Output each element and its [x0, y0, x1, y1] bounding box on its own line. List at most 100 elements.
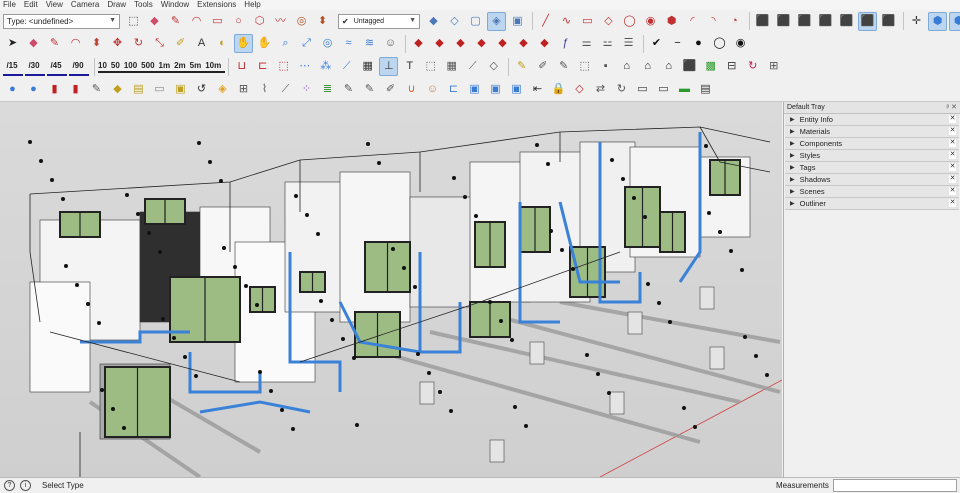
paint-bucket-icon[interactable]: ◐ [213, 34, 232, 53]
hatch-icon[interactable]: ▦ [442, 57, 461, 76]
house-icon[interactable]: ⌂ [617, 57, 636, 76]
pin-icon[interactable]: ᵖ ✕ [947, 103, 957, 111]
tag-icon[interactable]: ◆ [108, 80, 127, 99]
rotate-y-icon[interactable]: ◆ [493, 34, 512, 53]
scale-label[interactable]: 50 [111, 61, 120, 70]
top-view-icon[interactable]: ◇ [445, 12, 464, 31]
rectangle-icon[interactable]: ▭ [208, 12, 227, 31]
tool-swap-icon[interactable]: ⇄ [591, 80, 610, 99]
rect-draw-icon[interactable]: ▭ [578, 12, 597, 31]
eraser3-icon[interactable]: ◇ [484, 57, 503, 76]
tray-panel-styles[interactable]: ▶ Styles ✕ [785, 150, 959, 162]
brush2-icon[interactable]: ✎ [339, 80, 358, 99]
pan-icon[interactable]: ✋ [255, 34, 274, 53]
axes-icon[interactable]: ✛ [907, 12, 926, 31]
info-icon[interactable]: i [20, 480, 31, 491]
scale-label[interactable]: 1m [159, 61, 171, 70]
pages-icon[interactable]: ⊞ [234, 80, 253, 99]
soften-icon[interactable]: ◎ [318, 34, 337, 53]
close-icon[interactable]: ✕ [949, 199, 956, 207]
rotate-z-icon[interactable]: ◆ [514, 34, 533, 53]
sun-shadow2-icon[interactable]: ● [24, 80, 43, 99]
close-icon[interactable]: ✕ [949, 127, 956, 135]
scale-label[interactable]: 10 [98, 61, 107, 70]
user-icon[interactable]: ☺ [381, 34, 400, 53]
back-view-icon[interactable]: ▣ [508, 12, 527, 31]
dimension-angle-0-button[interactable]: /15 [3, 58, 23, 76]
wireframe-icon[interactable]: ⬛ [795, 12, 814, 31]
square-icon[interactable]: ▪ [596, 57, 615, 76]
menu-view[interactable]: View [46, 0, 63, 10]
sketch-icon[interactable]: ✎ [87, 80, 106, 99]
dimension-angle-2-button[interactable]: /45 [47, 58, 67, 76]
xray-icon[interactable]: ⬛ [753, 12, 772, 31]
pencil3-icon[interactable]: ✎ [554, 57, 573, 76]
scale-label[interactable]: 100 [124, 61, 137, 70]
scale-label[interactable]: 5m [190, 61, 202, 70]
zoom-icon[interactable]: ⌕ [276, 34, 295, 53]
tray-panel-materials[interactable]: ▶ Materials ✕ [785, 126, 959, 138]
move-left-icon[interactable]: ⇤ [528, 80, 547, 99]
iso-view-icon[interactable]: ◆ [424, 12, 443, 31]
pushpull-icon[interactable]: ⬍ [313, 12, 332, 31]
backedges-icon[interactable]: ⬛ [774, 12, 793, 31]
column-icon[interactable]: ⊥ [379, 57, 399, 76]
paint-brush-icon[interactable]: ✎ [512, 57, 531, 76]
circle-icon[interactable]: ○ [229, 12, 248, 31]
settings-lines-icon[interactable]: ☰ [619, 34, 638, 53]
arc-icon[interactable]: ◠ [187, 12, 206, 31]
person-icon[interactable]: ☺ [423, 80, 442, 99]
shaded-icon[interactable]: ⬛ [837, 12, 856, 31]
dimension-angle-1-button[interactable]: /30 [25, 58, 45, 76]
zoom-extents-icon[interactable]: ⤢ [297, 34, 316, 53]
tray-panel-entity-info[interactable]: ▶ Entity Info ✕ [785, 114, 959, 126]
tray-panel-scenes[interactable]: ▶ Scenes ✕ [785, 186, 959, 198]
section-cut-icon[interactable]: ⬢ [949, 11, 960, 31]
stairs-icon[interactable]: ⬚ [274, 57, 293, 76]
pipette-icon[interactable]: ✐ [381, 80, 400, 99]
text-label-icon[interactable]: T [400, 57, 419, 76]
comment-icon[interactable]: ◯ [710, 34, 729, 53]
cube-blue3-icon[interactable]: ▣ [507, 80, 526, 99]
right-view-icon[interactable]: ◈ [487, 11, 506, 31]
menu-draw[interactable]: Draw [107, 0, 126, 10]
close-icon[interactable]: ✕ [949, 139, 956, 147]
wall-icon[interactable]: ▦ [358, 57, 377, 76]
align-icon[interactable]: ⊟ [722, 57, 741, 76]
sun-shadow-icon[interactable]: ● [3, 80, 22, 99]
move-y-icon[interactable]: ◆ [430, 34, 449, 53]
dimension-angle-3-button[interactable]: /90 [69, 58, 89, 76]
function-icon[interactable]: ƒ [556, 34, 575, 53]
front-view-icon[interactable]: ▢ [466, 12, 485, 31]
menu-tools[interactable]: Tools [134, 0, 153, 10]
magnet-icon[interactable]: ∪ [402, 80, 421, 99]
u-shape-icon[interactable]: ⊔ [232, 57, 251, 76]
move-z-icon[interactable]: ◆ [451, 34, 470, 53]
eraser2-icon[interactable]: ◆ [24, 34, 43, 53]
pencil-icon[interactable]: ╱ [536, 12, 555, 31]
arc4-icon[interactable]: ◠ [66, 34, 85, 53]
cube-blue2-icon[interactable]: ▣ [486, 80, 505, 99]
monochrome-icon[interactable]: ⬛ [879, 12, 898, 31]
nodes-icon[interactable]: ⁂ [316, 57, 335, 76]
close-icon[interactable]: ✕ [949, 115, 956, 123]
rotated-rect-icon[interactable]: ◇ [599, 12, 618, 31]
close-icon[interactable]: ✕ [949, 175, 956, 183]
follow-me-icon[interactable]: ≈ [339, 34, 358, 53]
sandbox-icon[interactable]: ≋ [360, 34, 379, 53]
offset-icon[interactable]: ◎ [292, 12, 311, 31]
tray-panel-components[interactable]: ▶ Components ✕ [785, 138, 959, 150]
rotate-left-icon[interactable]: ↺ [192, 80, 211, 99]
paperclip-icon[interactable]: ⌇ [255, 80, 274, 99]
menu-edit[interactable]: Edit [24, 0, 38, 10]
arc3-icon[interactable]: ◝ [704, 12, 723, 31]
home-icon[interactable]: ⌂ [659, 57, 678, 76]
menu-window[interactable]: Window [161, 0, 189, 10]
scale-label[interactable]: 10m [205, 61, 221, 70]
door2-icon[interactable]: ▮ [66, 80, 85, 99]
move-x-icon[interactable]: ◆ [409, 34, 428, 53]
target-icon[interactable]: ◉ [641, 12, 660, 31]
arrange-icon[interactable]: ⊞ [764, 57, 783, 76]
push-icon[interactable]: ⬍ [87, 34, 106, 53]
polygon-icon[interactable]: ⬡ [250, 12, 269, 31]
